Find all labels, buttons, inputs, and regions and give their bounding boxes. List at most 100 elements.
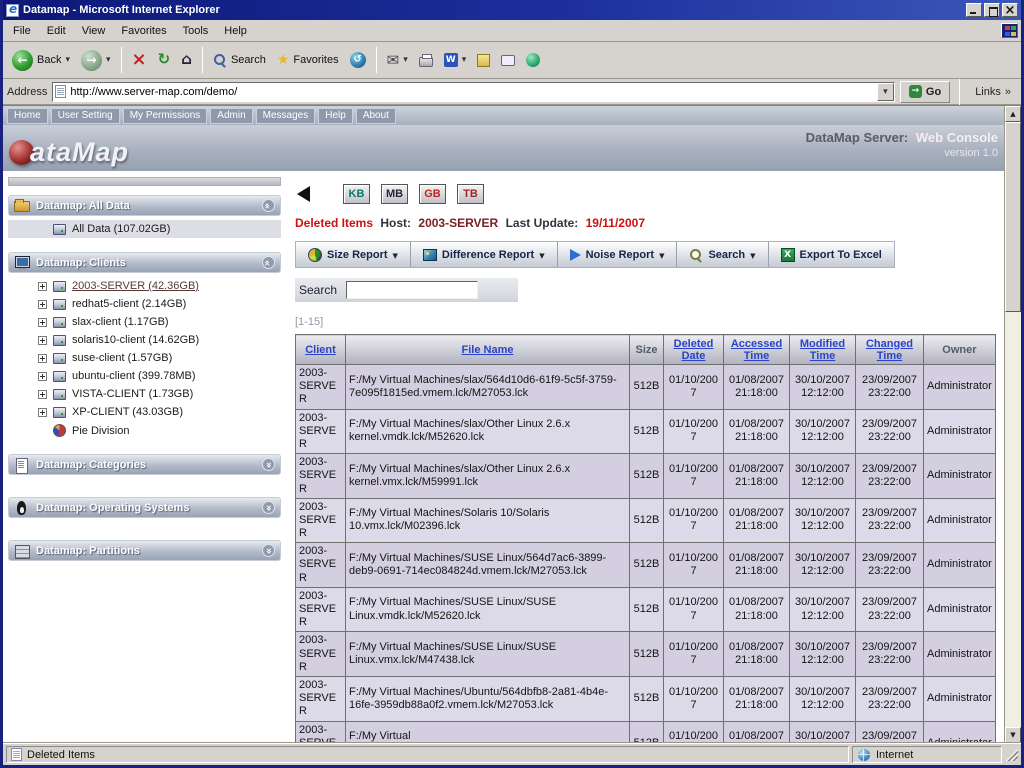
go-button[interactable]: Go: [900, 81, 950, 103]
sidebar-item-label[interactable]: All Data (107.02GB): [72, 223, 170, 235]
table-row[interactable]: 2003-SERVER F:/My Virtual Machines/SUSE …: [296, 543, 996, 588]
address-dropdown-button[interactable]: [877, 83, 894, 101]
table-row[interactable]: 2003-SERVER F:/My Virtual Machines/Ubunt…: [296, 676, 996, 721]
sidebar-item[interactable]: XP-CLIENT (43.03GB): [8, 403, 281, 421]
close-button[interactable]: [1002, 3, 1018, 17]
forward-button[interactable]: [76, 44, 116, 76]
nav-tab[interactable]: Help: [318, 108, 353, 124]
table-row[interactable]: 2003-SERVER F:/My Virtual Machines/SUSE …: [296, 587, 996, 632]
forward-dropdown-icon[interactable]: [106, 55, 111, 65]
discuss-button[interactable]: [496, 44, 520, 76]
scroll-down-button[interactable]: [1005, 727, 1021, 743]
column-header[interactable]: Deleted Date: [664, 335, 724, 365]
vertical-scrollbar[interactable]: [1004, 106, 1021, 743]
back-button[interactable]: Back: [7, 44, 75, 76]
expand-plus-icon[interactable]: [38, 372, 47, 381]
menu-item[interactable]: Favorites: [113, 21, 174, 41]
expand-plus-icon[interactable]: [38, 336, 47, 345]
action-button[interactable]: Difference Report: [411, 242, 558, 267]
action-button[interactable]: Search: [677, 242, 768, 267]
table-row[interactable]: 2003-SERVER F:/My Virtual Machines/Ubunt…: [296, 721, 996, 743]
sidebar-section-header[interactable]: Datamap: Clients: [8, 252, 281, 273]
expand-plus-icon[interactable]: [38, 300, 47, 309]
print-button[interactable]: [414, 44, 438, 76]
minimize-button[interactable]: [966, 3, 982, 17]
table-row[interactable]: 2003-SERVER F:/My Virtual Machines/SUSE …: [296, 632, 996, 677]
restore-button[interactable]: [984, 3, 1000, 17]
unit-button[interactable]: TB: [457, 184, 484, 204]
resize-grip[interactable]: [1005, 748, 1018, 761]
sidebar-item-label[interactable]: Pie Division: [72, 425, 129, 437]
sidebar-item-label[interactable]: suse-client (1.57GB): [72, 352, 172, 364]
collapse-chevron-icon[interactable]: [262, 199, 275, 212]
content-search-input[interactable]: [346, 281, 478, 299]
sidebar-item-label[interactable]: ubuntu-client (399.78MB): [72, 370, 196, 382]
sidebar-item[interactable]: slax-client (1.17GB): [8, 313, 281, 331]
unit-button[interactable]: GB: [419, 184, 446, 204]
expand-plus-icon[interactable]: [38, 318, 47, 327]
expand-plus-icon[interactable]: [38, 390, 47, 399]
notes-button[interactable]: [472, 44, 495, 76]
scroll-thumb[interactable]: [1005, 122, 1021, 312]
column-header[interactable]: Changed Time: [856, 335, 924, 365]
table-row[interactable]: 2003-SERVER F:/My Virtual Machines/slax/…: [296, 454, 996, 499]
action-button[interactable]: Export To Excel: [769, 242, 894, 267]
nav-tab[interactable]: Messages: [256, 108, 316, 124]
sidebar-section-header[interactable]: Datamap: All Data: [8, 195, 281, 216]
nav-tab[interactable]: Admin: [210, 108, 252, 124]
table-row[interactable]: 2003-SERVER F:/My Virtual Machines/slax/…: [296, 365, 996, 410]
sidebar-item[interactable]: VISTA-CLIENT (1.73GB): [8, 385, 281, 403]
address-field[interactable]: [52, 82, 895, 102]
column-header[interactable]: Modified Time: [790, 335, 856, 365]
sidebar-section-header[interactable]: Datamap: Partitions: [8, 540, 281, 561]
sidebar-item-label[interactable]: solaris10-client (14.62GB): [72, 334, 199, 346]
sidebar-item[interactable]: 2003-SERVER (42.36GB): [8, 277, 281, 295]
action-button[interactable]: Size Report: [296, 242, 411, 267]
sidebar-section-header[interactable]: Datamap: Categories: [8, 454, 281, 475]
sidebar-item-label[interactable]: redhat5-client (2.14GB): [72, 298, 186, 310]
sidebar-item-label[interactable]: VISTA-CLIENT (1.73GB): [72, 388, 193, 400]
links-button[interactable]: Links: [969, 86, 1017, 98]
nav-tab[interactable]: User Setting: [51, 108, 120, 124]
mail-button[interactable]: [382, 44, 413, 76]
sidebar-item-label[interactable]: 2003-SERVER (42.36GB): [72, 280, 199, 292]
menu-item[interactable]: Tools: [175, 21, 217, 41]
collapse-chevron-icon[interactable]: [262, 458, 275, 471]
menu-item[interactable]: Edit: [39, 21, 74, 41]
table-row[interactable]: 2003-SERVER F:/My Virtual Machines/Solar…: [296, 498, 996, 543]
sidebar-item[interactable]: All Data (107.02GB): [8, 220, 281, 238]
scroll-up-button[interactable]: [1005, 106, 1021, 122]
messenger-button[interactable]: [521, 44, 545, 76]
column-header[interactable]: Accessed Time: [724, 335, 790, 365]
sidebar-item[interactable]: solaris10-client (14.62GB): [8, 331, 281, 349]
sidebar-item[interactable]: redhat5-client (2.14GB): [8, 295, 281, 313]
search-button[interactable]: Search: [208, 44, 271, 76]
collapse-chevron-icon[interactable]: [262, 256, 275, 269]
expand-plus-icon[interactable]: [38, 282, 47, 291]
column-header[interactable]: File Name: [346, 335, 630, 365]
sidebar-section-header[interactable]: Datamap: Operating Systems: [8, 497, 281, 518]
mail-dropdown-icon[interactable]: [403, 55, 408, 65]
stop-button[interactable]: [127, 44, 152, 76]
unit-button[interactable]: MB: [381, 184, 408, 204]
sidebar-item-label[interactable]: XP-CLIENT (43.03GB): [72, 406, 183, 418]
action-button[interactable]: Noise Report: [558, 242, 678, 267]
sidebar-item[interactable]: ubuntu-client (399.78MB): [8, 367, 281, 385]
column-header[interactable]: Owner: [924, 335, 996, 365]
edit-word-button[interactable]: [439, 44, 472, 76]
collapse-chevron-icon[interactable]: [262, 501, 275, 514]
home-button[interactable]: [176, 44, 197, 76]
refresh-button[interactable]: [153, 44, 176, 76]
collapse-chevron-icon[interactable]: [262, 544, 275, 557]
address-input[interactable]: [66, 86, 877, 98]
back-dropdown-icon[interactable]: [65, 55, 70, 65]
menu-item[interactable]: Help: [216, 21, 255, 41]
history-button[interactable]: [345, 44, 371, 76]
unit-button[interactable]: KB: [343, 184, 370, 204]
expand-plus-icon[interactable]: [38, 408, 47, 417]
menu-item[interactable]: File: [5, 21, 39, 41]
edit-dropdown-icon[interactable]: [462, 55, 467, 65]
sidebar-item[interactable]: suse-client (1.57GB): [8, 349, 281, 367]
menu-item[interactable]: View: [74, 21, 114, 41]
column-header[interactable]: Client: [296, 335, 346, 365]
